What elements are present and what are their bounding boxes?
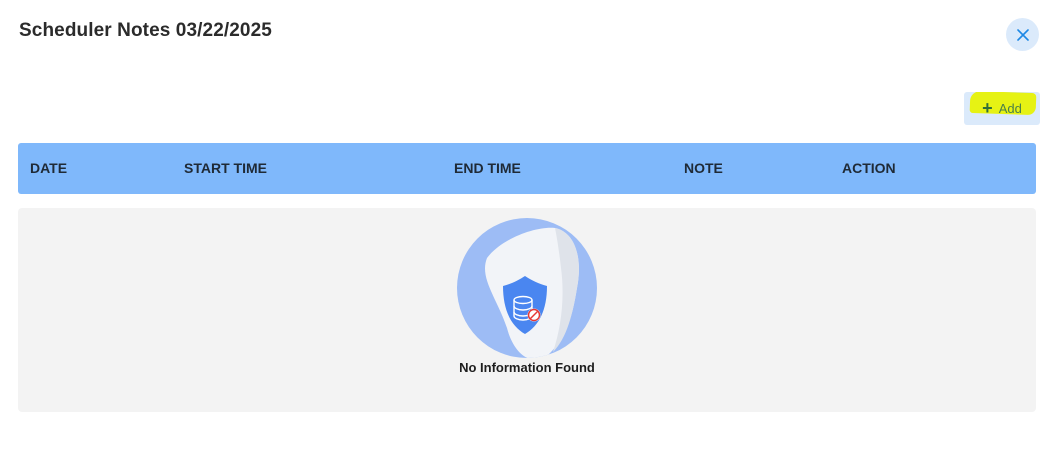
close-button[interactable]	[1006, 18, 1039, 51]
no-data-shield-icon	[457, 218, 597, 358]
table-header: DATE START TIME END TIME NOTE ACTION	[18, 143, 1036, 194]
empty-state-message: No Information Found	[459, 360, 595, 375]
column-header-start-time: START TIME	[184, 160, 267, 176]
column-header-note: NOTE	[684, 160, 723, 176]
empty-state: No Information Found	[18, 208, 1036, 412]
column-header-date: DATE	[30, 160, 68, 176]
column-header-action: ACTION	[842, 160, 896, 176]
dialog-title: Scheduler Notes 03/22/2025	[19, 20, 272, 41]
column-header-end-time: END TIME	[454, 160, 521, 176]
close-icon	[1016, 28, 1029, 41]
plus-icon: +	[982, 97, 993, 118]
add-button-label: Add	[998, 101, 1022, 116]
add-button[interactable]: + Add	[964, 92, 1040, 125]
